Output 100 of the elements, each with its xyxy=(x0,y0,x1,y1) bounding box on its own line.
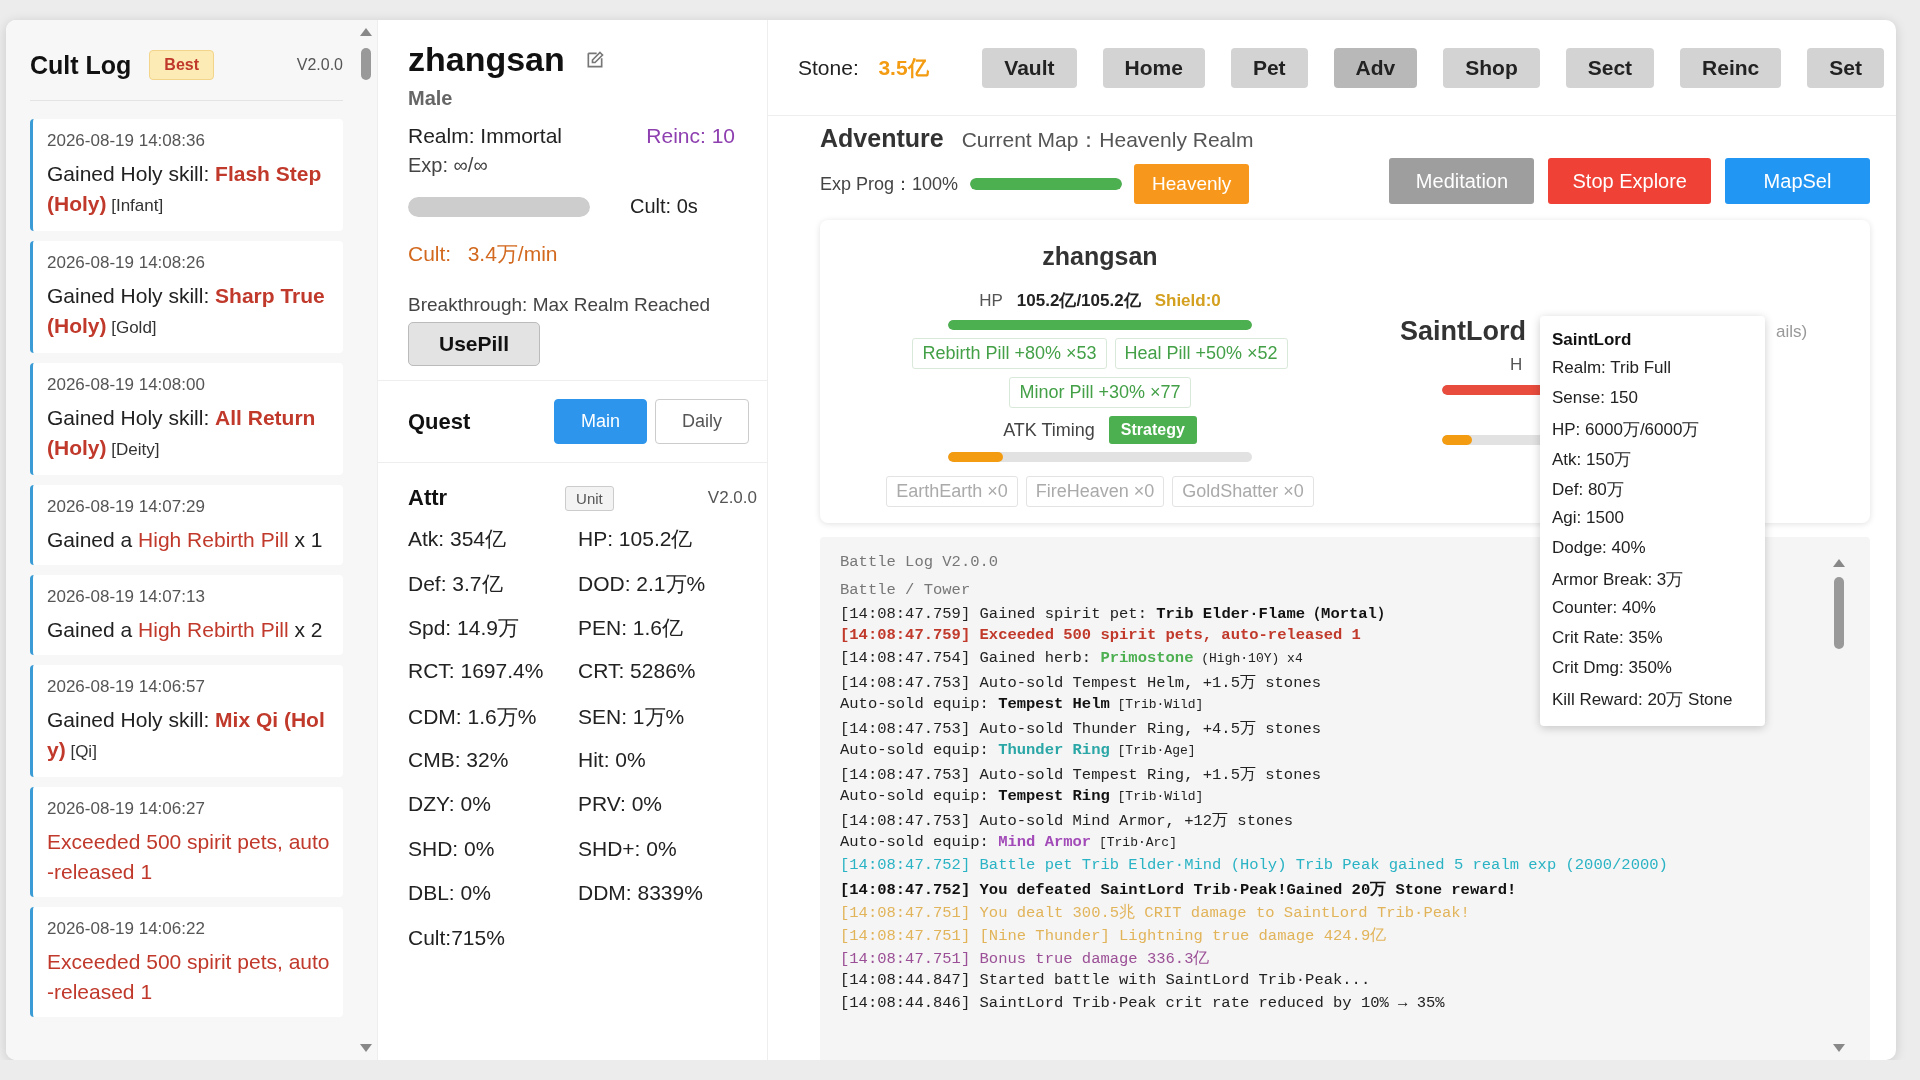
strategy-badge: Strategy xyxy=(1108,416,1197,444)
attribute-stat: SHD+: 0% xyxy=(578,836,678,862)
scroll-down-icon[interactable] xyxy=(1833,1044,1845,1052)
attribute-stat: RCT: 1697.4% xyxy=(408,658,545,684)
attribute-stat: HP: 105.2亿 xyxy=(578,526,694,552)
battle-log-line: [14:08:47.751] [Nine Thunder] Lightning true damage 424.9亿 xyxy=(840,926,1387,947)
scroll-down-icon[interactable] xyxy=(360,1044,372,1052)
battle-log-subtitle: Battle / Tower xyxy=(840,580,971,601)
player-name: zhangsan xyxy=(1042,242,1158,271)
log-time: 2026-08-19 14:06:27 xyxy=(47,799,206,819)
log-time: 2026-08-19 14:06:22 xyxy=(47,919,206,939)
battle-log-line: [14:08:47.753] Auto-sold Thunder Ring, +4.5万 stones xyxy=(840,719,1322,740)
log-message: Gained Holy skill: All Return (Holy) [Deity] xyxy=(47,405,317,461)
tooltip-stat: Counter: 40% xyxy=(1552,598,1657,619)
hp-label: HP xyxy=(979,291,1003,311)
action-button[interactable]: Stop Explore xyxy=(1548,158,1711,204)
attribute-stat: Def: 3.7亿 xyxy=(408,570,504,597)
scroll-up-icon[interactable] xyxy=(1833,559,1845,567)
enemy-name: SaintLord xyxy=(1400,316,1526,347)
quest-tab[interactable]: Daily xyxy=(655,399,749,444)
battle-log-line: [14:08:47.753] Auto-sold Mind Armor, +12万 stones xyxy=(840,811,1294,832)
attribute-stat: DOD: 2.1万% xyxy=(578,570,707,597)
rank-badge: Best xyxy=(149,50,215,80)
unit-button[interactable]: Unit xyxy=(565,485,614,511)
tooltip-title: SaintLord xyxy=(1552,330,1633,350)
current-map-label: Current Map：Heavenly Realm xyxy=(961,127,1254,153)
tooltip-stat: Realm: Trib Full xyxy=(1552,358,1673,379)
tooltip-stat: Atk: 150万 xyxy=(1552,449,1633,471)
attribute-stat: PRV: 0% xyxy=(578,792,664,817)
battle-log-line: Auto-sold equip: Tempest Helm [Trib·Wild] xyxy=(840,695,1204,715)
attribute-stat: DZY: 0% xyxy=(408,792,492,817)
tooltip-stat: Dodge: 40% xyxy=(1552,538,1647,559)
gender-label: Male xyxy=(408,87,454,110)
log-time: 2026-08-19 14:07:29 xyxy=(47,497,206,517)
stone-label: Stone: xyxy=(798,55,859,80)
attribute-stat: SHD: 0% xyxy=(408,836,496,862)
shield-value: Shield:0 xyxy=(1154,291,1221,311)
attribute-stat: Atk: 354亿 xyxy=(408,526,508,552)
use-pill-button[interactable]: UsePill xyxy=(408,322,541,366)
log-message: Gained Holy skill: Mix Qi (Holy) [Qi] xyxy=(47,707,326,763)
scroll-up-icon[interactable] xyxy=(360,28,372,36)
log-message: Exceeded 500 spirit pets, auto-released 1 xyxy=(47,949,331,1005)
version-label: V2.0.0 xyxy=(707,488,757,508)
tooltip-stat: Crit Dmg: 350% xyxy=(1552,658,1673,679)
nav-button[interactable]: Pet xyxy=(1230,47,1308,88)
version-label: V2.0.0 xyxy=(296,56,343,74)
exp-label: Exp: ∞/∞ xyxy=(408,154,488,176)
attribute-stat: SEN: 1万% xyxy=(578,704,686,730)
attribute-stat: CRT: 5286% xyxy=(578,658,697,684)
nav-button[interactable]: Home xyxy=(1102,47,1205,88)
log-message: Gained Holy skill: Flash Step (Holy) [Infant] xyxy=(47,161,323,217)
log-time: 2026-08-19 14:08:00 xyxy=(47,375,206,395)
tooltip-stat: Def: 80万 xyxy=(1552,479,1625,501)
attribute-stat: Cult:715% xyxy=(408,925,506,951)
breakthrough-label: Breakthrough: Max Realm Reached xyxy=(408,294,711,315)
log-message: Gained a High Rebirth Pill x 1 xyxy=(47,527,324,553)
scrollbar-thumb[interactable] xyxy=(361,48,371,80)
atk-timing-label: ATK Timing xyxy=(1003,419,1095,441)
skill-tag: GoldShatter ×0 xyxy=(1172,476,1314,507)
log-time: 2026-08-19 14:08:26 xyxy=(47,253,206,273)
map-badge: Heavenly xyxy=(1134,164,1250,204)
attribute-stat: Hit: 0% xyxy=(578,747,647,773)
attribute-stat: CDM: 1.6万% xyxy=(408,704,538,730)
tooltip-stat: HP: 6000万/6000万 xyxy=(1552,419,1701,441)
exp-progress-label: Exp Prog：100% xyxy=(820,173,959,196)
nav-button[interactable]: Adv xyxy=(1333,47,1418,88)
battle-log-line: Auto-sold equip: Thunder Ring [Trib·Age] xyxy=(840,741,1196,761)
battle-log-line: [14:08:47.751] You dealt 300.5兆 CRIT damage to SaintLord Trib·Peak! xyxy=(840,903,1470,924)
tooltip-stat: Agi: 1500 xyxy=(1552,508,1625,529)
attribute-stat: DDM: 8339% xyxy=(578,881,704,906)
tooltip-stat: Crit Rate: 35% xyxy=(1552,628,1664,649)
pill-tag: Rebirth Pill +80% ×53 xyxy=(912,338,1107,369)
cult-time-label: Cult: 0s xyxy=(630,195,698,218)
nav-button[interactable]: Set xyxy=(1807,47,1884,88)
hp-value: 105.2亿/105.2亿 xyxy=(1016,290,1141,312)
attribute-stat: Spd: 14.9万 xyxy=(408,615,520,641)
realm-label: Realm: Immortal xyxy=(408,124,563,148)
battle-log-line: [14:08:44.846] SaintLord Trib·Peak crit rate reduced by 10% → 35% xyxy=(840,994,1445,1014)
hp-label: H xyxy=(1510,355,1523,374)
nav-button[interactable]: Shop xyxy=(1443,47,1540,88)
battle-log-line: [14:08:47.754] Gained herb: Primostone (High·10Y) x4 xyxy=(840,649,1303,669)
nav-button[interactable]: Sect xyxy=(1565,47,1655,88)
battle-log-line: [14:08:47.753] Auto-sold Tempest Helm, +1.5万 stones xyxy=(840,673,1322,694)
log-time: 2026-08-19 14:07:13 xyxy=(47,587,206,607)
adventure-title: Adventure xyxy=(820,124,944,153)
battle-log-line: [14:08:47.752] Battle pet Trib Elder·Mind (Holy) Trib Peak gained 5 realm exp (2000/2000) xyxy=(840,856,1668,876)
tooltip-stat: Armor Break: 3万 xyxy=(1552,569,1685,591)
stone-value: 3.5亿 xyxy=(878,54,929,81)
battle-log-line: [14:08:47.759] Exceeded 500 spirit pets, auto-released 1 xyxy=(840,626,1361,646)
nav-button[interactable]: Reinc xyxy=(1680,47,1782,88)
battle-log-title: Battle Log V2.0.0 xyxy=(840,552,999,573)
log-message: Exceeded 500 spirit pets, auto-released 1 xyxy=(47,829,331,885)
battle-log-line: [14:08:47.752] You defeated SaintLord Trib·Peak!Gained 20万 Stone reward! xyxy=(840,880,1517,901)
log-message: Gained Holy skill: Sharp True (Holy) [Gold] xyxy=(47,283,326,339)
scrollbar-thumb[interactable] xyxy=(1834,577,1844,649)
log-message: Gained a High Rebirth Pill x 2 xyxy=(47,617,324,643)
cult-rate-label: Cult: xyxy=(408,242,452,265)
battle-log-line: [14:08:47.751] Bonus true damage 336.3亿 xyxy=(840,949,1210,970)
nav-button[interactable]: Vault xyxy=(982,47,1077,88)
attribute-stat: CMB: 32% xyxy=(408,747,510,773)
